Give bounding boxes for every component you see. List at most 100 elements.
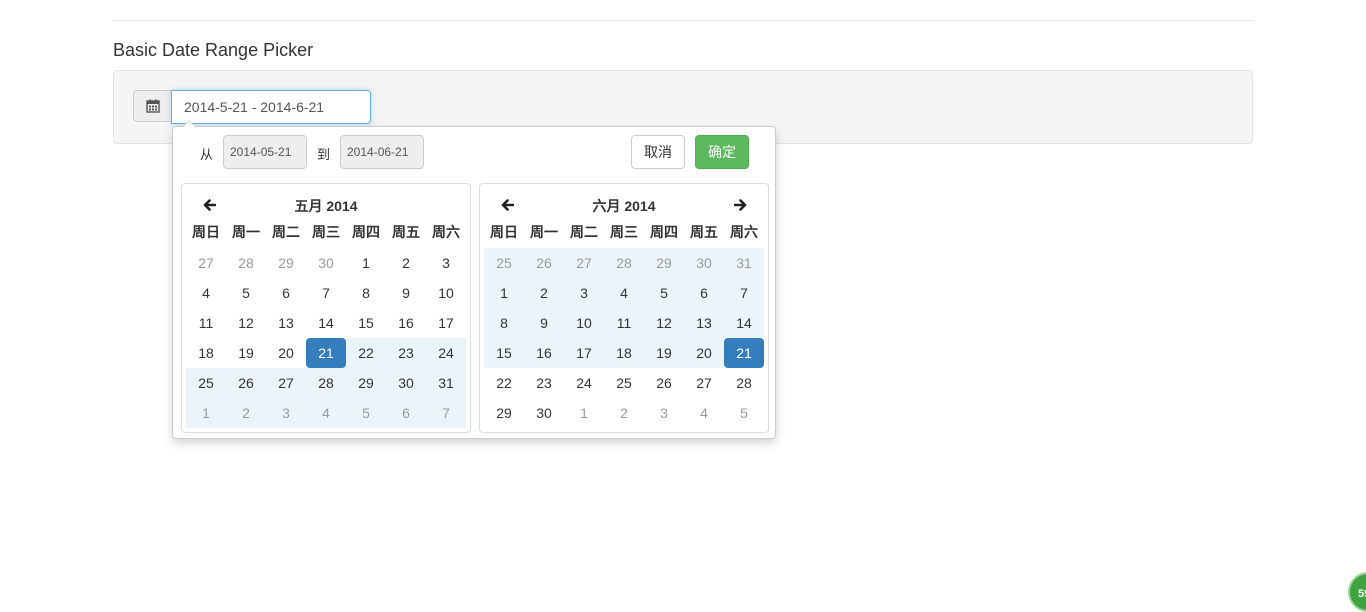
day-cell[interactable]: 29 (266, 248, 306, 278)
month-label: 六月 2014 (592, 198, 656, 214)
day-cell[interactable]: 11 (186, 308, 226, 338)
day-cell[interactable]: 23 (386, 338, 426, 368)
day-cell[interactable]: 4 (186, 278, 226, 308)
day-cell[interactable]: 30 (386, 368, 426, 398)
day-cell[interactable]: 14 (306, 308, 346, 338)
day-cell[interactable]: 20 (684, 338, 724, 368)
arrow-right-icon[interactable] (730, 194, 752, 216)
section-title: Basic Date Range Picker (113, 40, 314, 60)
selected-day-cell[interactable]: 21 (724, 338, 764, 368)
arrow-left-icon[interactable] (496, 194, 518, 216)
day-cell[interactable]: 2 (226, 398, 266, 428)
day-cell[interactable]: 3 (564, 278, 604, 308)
day-cell[interactable]: 25 (484, 248, 524, 278)
day-cell[interactable]: 4 (684, 398, 724, 428)
day-cell[interactable]: 25 (604, 368, 644, 398)
day-cell[interactable]: 5 (644, 278, 684, 308)
day-cell[interactable]: 25 (186, 368, 226, 398)
day-cell[interactable]: 24 (426, 338, 466, 368)
day-cell[interactable]: 27 (564, 248, 604, 278)
day-cell[interactable]: 29 (346, 368, 386, 398)
apply-button[interactable]: 确定 (695, 135, 749, 169)
day-cell[interactable]: 15 (484, 338, 524, 368)
day-cell[interactable]: 16 (524, 338, 564, 368)
day-cell[interactable]: 3 (644, 398, 684, 428)
day-cell[interactable]: 28 (604, 248, 644, 278)
day-cell[interactable]: 11 (604, 308, 644, 338)
day-cell[interactable]: 18 (604, 338, 644, 368)
day-cell[interactable]: 19 (226, 338, 266, 368)
day-cell[interactable]: 27 (186, 248, 226, 278)
day-cell[interactable]: 7 (426, 398, 466, 428)
day-cell[interactable]: 29 (644, 248, 684, 278)
weekday-label: 周三 (312, 224, 340, 240)
day-cell[interactable]: 2 (386, 248, 426, 278)
day-cell[interactable]: 26 (226, 368, 266, 398)
day-cell[interactable]: 7 (306, 278, 346, 308)
day-cell[interactable]: 1 (564, 398, 604, 428)
day-cell[interactable]: 19 (644, 338, 684, 368)
day-cell[interactable]: 27 (684, 368, 724, 398)
cancel-button[interactable]: 取消 (631, 135, 685, 169)
day-cell[interactable]: 16 (386, 308, 426, 338)
day-cell[interactable]: 24 (564, 368, 604, 398)
day-cell[interactable]: 17 (564, 338, 604, 368)
calendar-icon[interactable] (133, 90, 171, 122)
day-cell[interactable]: 3 (266, 398, 306, 428)
day-cell[interactable]: 1 (484, 278, 524, 308)
weekday-label: 周六 (432, 224, 460, 240)
day-cell[interactable]: 5 (346, 398, 386, 428)
day-cell[interactable]: 9 (386, 278, 426, 308)
day-cell[interactable]: 9 (524, 308, 564, 338)
day-cell[interactable]: 12 (644, 308, 684, 338)
day-cell[interactable]: 1 (346, 248, 386, 278)
day-cell[interactable]: 6 (386, 398, 426, 428)
day-cell[interactable]: 14 (724, 308, 764, 338)
day-cell[interactable]: 30 (306, 248, 346, 278)
day-cell[interactable]: 2 (524, 278, 564, 308)
day-cell[interactable]: 6 (684, 278, 724, 308)
day-cell[interactable]: 28 (724, 368, 764, 398)
day-cell[interactable]: 31 (724, 248, 764, 278)
day-cell[interactable]: 5 (724, 398, 764, 428)
day-cell[interactable]: 17 (426, 308, 466, 338)
day-cell[interactable]: 30 (524, 398, 564, 428)
day-cell[interactable]: 22 (484, 368, 524, 398)
selected-day-cell[interactable]: 21 (306, 338, 346, 368)
day-cell[interactable]: 10 (564, 308, 604, 338)
day-cell[interactable]: 28 (226, 248, 266, 278)
day-cell[interactable]: 22 (346, 338, 386, 368)
day-cell[interactable]: 4 (604, 278, 644, 308)
day-cell[interactable]: 31 (426, 368, 466, 398)
day-cell[interactable]: 15 (346, 308, 386, 338)
day-cell[interactable]: 23 (524, 368, 564, 398)
day-cell[interactable]: 6 (266, 278, 306, 308)
day-cell[interactable]: 8 (484, 308, 524, 338)
day-cell[interactable]: 7 (724, 278, 764, 308)
day-cell[interactable]: 26 (524, 248, 564, 278)
day-cell[interactable]: 4 (306, 398, 346, 428)
end-date-field[interactable] (340, 135, 424, 169)
weekday-label: 周日 (192, 224, 220, 240)
day-cell[interactable]: 3 (426, 248, 466, 278)
day-cell[interactable]: 13 (684, 308, 724, 338)
day-cell[interactable]: 1 (186, 398, 226, 428)
day-cell[interactable]: 29 (484, 398, 524, 428)
date-range-input[interactable] (171, 90, 371, 124)
day-cell[interactable]: 18 (186, 338, 226, 368)
day-cell[interactable]: 20 (266, 338, 306, 368)
weekday-label: 周六 (730, 224, 758, 240)
start-date-field[interactable] (223, 135, 307, 169)
day-cell[interactable]: 26 (644, 368, 684, 398)
day-cell[interactable]: 2 (604, 398, 644, 428)
day-cell[interactable]: 27 (266, 368, 306, 398)
day-cell[interactable]: 8 (346, 278, 386, 308)
day-cell[interactable]: 28 (306, 368, 346, 398)
day-cell[interactable]: 13 (266, 308, 306, 338)
weekday-label: 周一 (530, 224, 558, 240)
day-cell[interactable]: 5 (226, 278, 266, 308)
calendar-left: 五月 2014 周日 周一 周二 周三 周四 周五 周六 27 28 29 30 1 2 3… (181, 183, 471, 433)
day-cell[interactable]: 30 (684, 248, 724, 278)
day-cell[interactable]: 10 (426, 278, 466, 308)
day-cell[interactable]: 12 (226, 308, 266, 338)
